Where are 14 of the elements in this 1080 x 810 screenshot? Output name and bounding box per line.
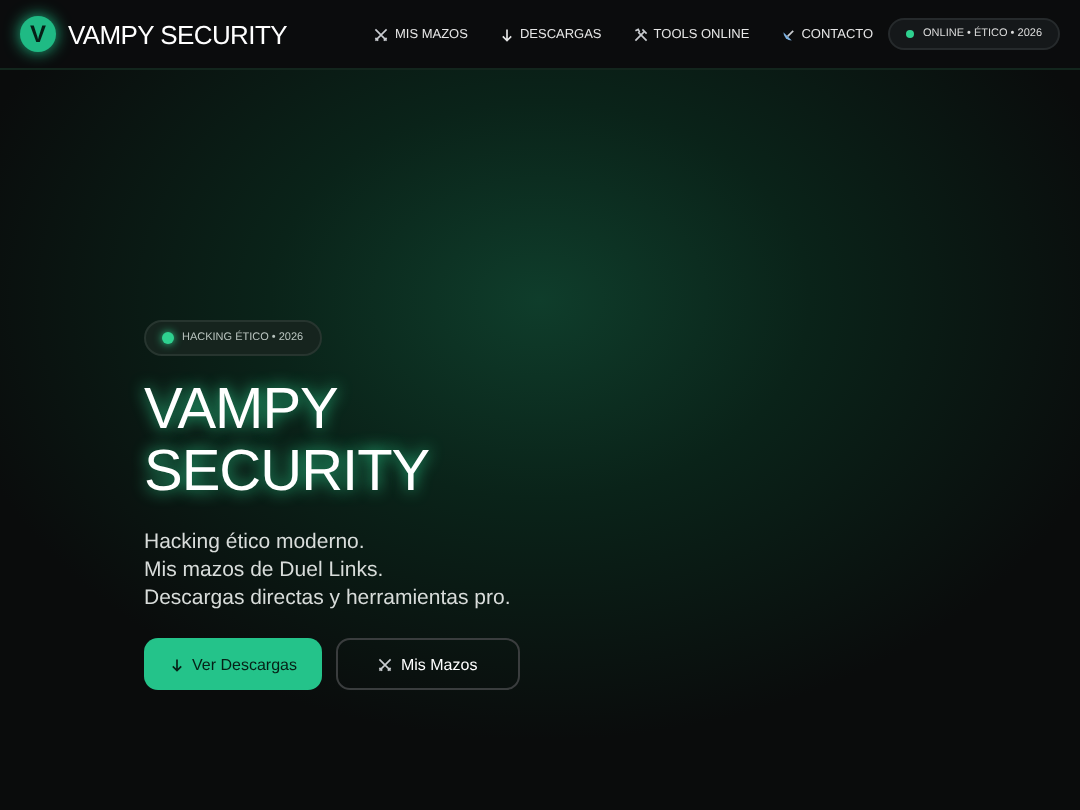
tools-icon bbox=[633, 27, 648, 41]
hero-text: Hacking ético moderno. bbox=[144, 528, 365, 556]
hero-text: Mis mazos de Duel Links. bbox=[144, 556, 384, 584]
crossed-swords-icon bbox=[378, 657, 393, 671]
decks-button[interactable]: Mis Mazos bbox=[336, 638, 520, 690]
hero-text: Descargas directas y herramientas pro. bbox=[144, 584, 511, 612]
logo-badge: V bbox=[20, 16, 56, 52]
hero-title: SECURITY bbox=[144, 442, 430, 504]
hero-title: VAMPY bbox=[144, 380, 338, 442]
downloads-button[interactable]: Ver Descargas bbox=[144, 638, 323, 690]
down-arrow-icon bbox=[170, 657, 184, 671]
down-arrow-icon bbox=[499, 27, 514, 41]
crossed-swords-icon bbox=[374, 27, 389, 41]
brand-name: VAMPY SECURITY bbox=[68, 19, 287, 49]
